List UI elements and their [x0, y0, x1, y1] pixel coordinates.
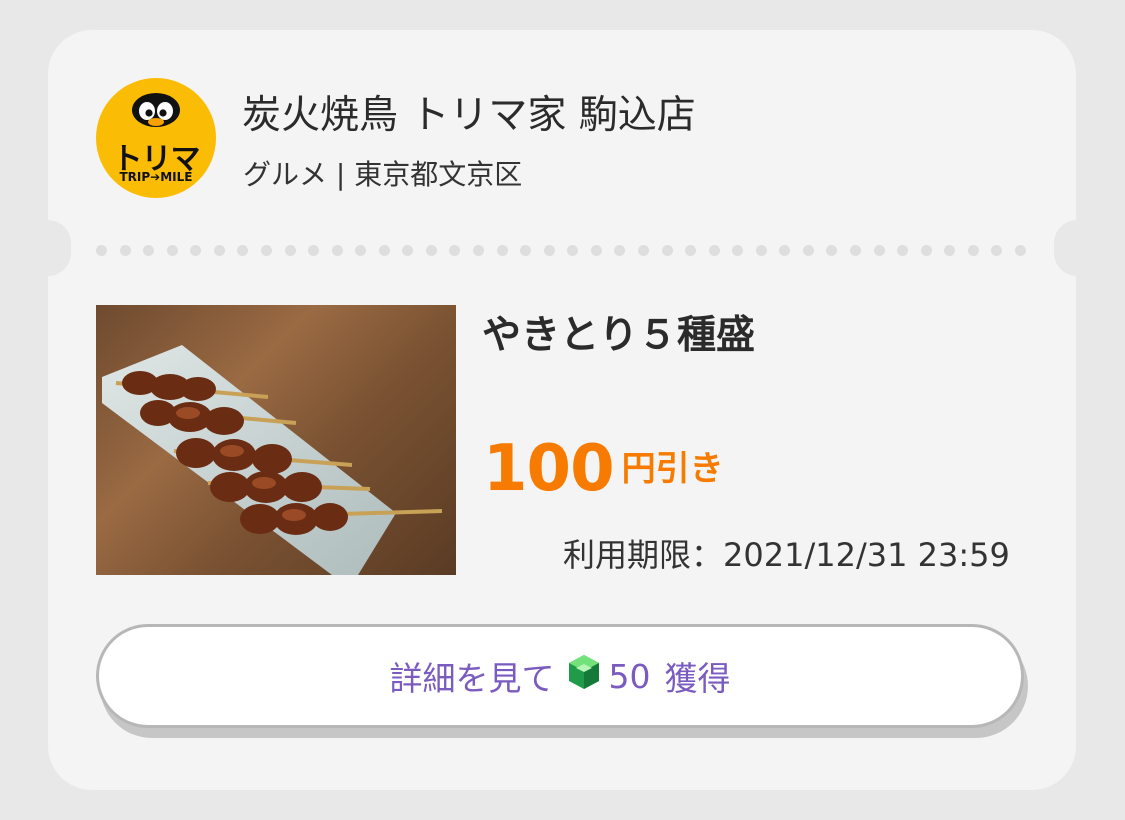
yakitori-plate-image	[102, 345, 443, 575]
ticket-notch-left	[25, 220, 71, 276]
ticket-notch-right	[1054, 220, 1100, 276]
earn-label: 獲得	[664, 659, 731, 698]
discount-amount: 100	[483, 432, 615, 506]
discount-label: 100 円引き	[483, 432, 724, 506]
discount-unit: 円引き	[621, 449, 724, 489]
view-details-button[interactable]: 詳細を見て 50 獲得	[96, 624, 1024, 728]
shop-category-location: グルメ | 東京都文京区	[243, 158, 523, 191]
offer-food-photo	[96, 305, 456, 575]
expiry-date: 利用期限：2021/12/31 23:59	[563, 536, 1010, 574]
view-details-label: 詳細を見て	[389, 659, 555, 698]
shop-name: 炭火焼鳥 トリマ家 駒込店	[242, 93, 696, 138]
perforation-divider	[96, 244, 1026, 256]
reward-points: 50	[608, 656, 651, 696]
shop-logo: トリマ TRIP➔MILE	[96, 78, 216, 198]
offer-title: やきとり５種盛	[482, 313, 756, 358]
green-gem-icon	[565, 653, 603, 699]
logo-tagline: TRIP➔MILE	[119, 170, 193, 184]
